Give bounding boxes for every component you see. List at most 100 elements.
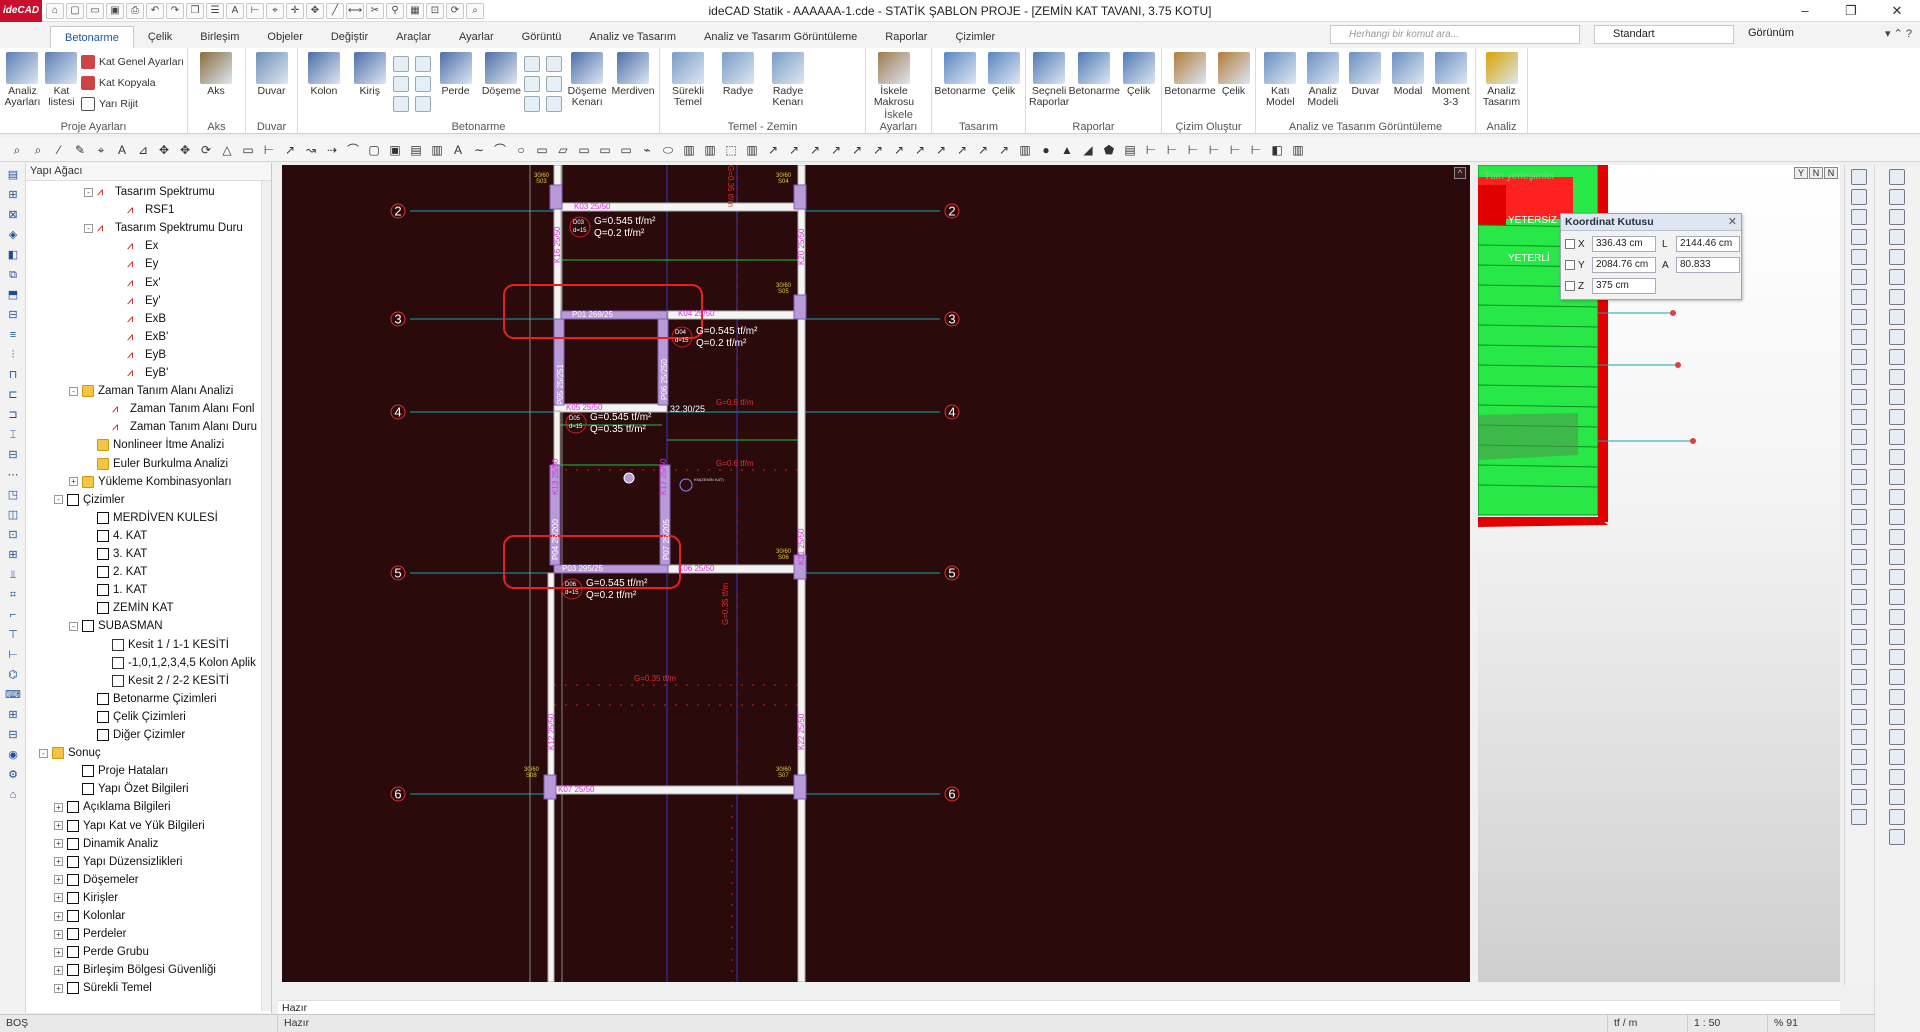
drawing-label[interactable]: D05 (569, 416, 581, 422)
z-lock-checkbox[interactable] (1565, 281, 1575, 291)
side-tool-icon[interactable]: ◫ (5, 507, 21, 523)
draw-tool-icon[interactable]: ↗ (995, 141, 1013, 159)
ribbon-button-betonarme[interactable]: Betonarme (1069, 50, 1120, 116)
tree-item[interactable]: ⩘ EyB' (127, 364, 168, 382)
x-lock-checkbox[interactable] (1565, 239, 1575, 249)
draw-tool-icon[interactable]: ∼ (470, 141, 488, 159)
drawing-label[interactable]: G=0.545 tf/m² (594, 216, 656, 227)
column-label[interactable]: S04 (778, 179, 789, 185)
a-field[interactable]: 80.833 (1676, 257, 1740, 273)
drawing-label[interactable]: P04 25/200 (551, 519, 560, 560)
view-tool-icon[interactable] (1851, 269, 1867, 285)
tree-item[interactable]: ⩘ Zaman Tanım Alanı Duru (112, 418, 257, 436)
drawing-label[interactable]: P01 269/25 (572, 310, 613, 319)
view-tool-icon[interactable] (1851, 449, 1867, 465)
column[interactable] (549, 184, 563, 210)
tree-item[interactable]: + Yükleme Kombinasyonları (69, 473, 232, 491)
draw-tool-icon[interactable]: ▥ (701, 141, 719, 159)
side-tool-icon[interactable]: ⌐ (5, 607, 21, 623)
drawing-label[interactable]: Q=0.2 tf/m² (696, 338, 747, 349)
ribbon-button-kiriş[interactable]: Kiriş (347, 50, 393, 116)
draw-tool-icon[interactable]: A (113, 141, 131, 159)
tool-icon[interactable] (414, 56, 431, 72)
draw-tool-icon[interactable]: ↗ (911, 141, 929, 159)
tab-raporlar[interactable]: Raporlar (871, 26, 941, 48)
drawing-label[interactable]: G=0.6 tf/m (716, 398, 754, 407)
drawing-label[interactable]: D04 (675, 330, 687, 336)
y-lock-checkbox[interactable] (1565, 260, 1575, 270)
view-menu[interactable]: Görünüm (1748, 27, 1794, 39)
collapse-icon[interactable]: - (84, 223, 93, 233)
side-tool-icon[interactable]: ⊞ (5, 547, 21, 563)
l-field[interactable]: 2144.46 cm (1676, 236, 1740, 252)
expand-icon[interactable]: + (54, 839, 63, 849)
view-tool-icon[interactable] (1851, 289, 1867, 305)
draw-tool-icon[interactable]: ▣ (386, 141, 404, 159)
column-label[interactable]: S05 (778, 289, 789, 295)
layer-tool-icon[interactable] (1889, 649, 1905, 665)
side-tool-icon[interactable]: ⊏ (5, 387, 21, 403)
layer-tool-icon[interactable] (1889, 229, 1905, 245)
view-tool-icon[interactable] (1851, 169, 1867, 185)
ribbon-button-döşeme-kenarı[interactable]: Döşeme Kenarı (564, 50, 610, 116)
drawing-label[interactable]: K22 25/50 (797, 713, 806, 750)
copy-icon[interactable]: ❐ (186, 2, 204, 19)
expand-icon[interactable]: + (54, 911, 63, 921)
draw-tool-icon[interactable]: ⊢ (260, 141, 278, 159)
tree-item[interactable]: Nonlineer İtme Analizi (97, 436, 224, 454)
view-tool-icon[interactable] (1851, 329, 1867, 345)
expand-icon[interactable]: + (54, 802, 63, 812)
print-icon[interactable]: ⎙ (126, 2, 144, 19)
x-field[interactable]: 336.43 cm (1592, 236, 1656, 252)
tree-item[interactable]: - ⩘ Tasarım Spektrumu (84, 183, 215, 201)
drawing-label[interactable]: Q=0.35 tf/m² (590, 424, 647, 435)
collapse-icon[interactable]: - (84, 187, 93, 197)
ribbon-button-analiz-ayarları[interactable]: Analiz Ayarları (3, 50, 42, 116)
trim-icon[interactable]: ✂ (366, 2, 384, 19)
draw-tool-icon[interactable]: ⊢ (1226, 141, 1244, 159)
ribbon-button-radye[interactable]: Radye (713, 50, 763, 116)
drawing-label[interactable]: D03 (573, 220, 585, 226)
maximize-button[interactable]: ❐ (1828, 0, 1874, 22)
tool-icon[interactable] (546, 56, 563, 72)
layers-icon[interactable]: ☰ (206, 2, 224, 19)
ribbon-button-duvar[interactable]: Duvar (249, 50, 294, 116)
tool-icon[interactable] (414, 76, 431, 92)
drawing-label[interactable]: P03 295/25 (562, 564, 603, 573)
drawing-label[interactable]: P06 25/250 (660, 359, 669, 400)
draw-tool-icon[interactable]: ↗ (764, 141, 782, 159)
move-icon[interactable]: ✥ (306, 2, 324, 19)
ribbon-button-sürekli-temel[interactable]: Sürekli Temel (663, 50, 713, 116)
layer-tool-icon[interactable] (1889, 529, 1905, 545)
ribbon-button-yarı-rijit[interactable]: Yarı Rijit (80, 95, 184, 113)
tree-item[interactable]: 2. KAT (97, 563, 147, 581)
draw-tool-icon[interactable]: ⊿ (134, 141, 152, 159)
command-line[interactable]: Hazır (278, 1000, 1840, 1014)
tree-item[interactable]: ⩘ Zaman Tanım Alanı Fonl (112, 400, 254, 418)
draw-tool-icon[interactable]: ⌁ (638, 141, 656, 159)
tab-betonarme[interactable]: Betonarme (50, 26, 134, 48)
tree-item[interactable]: Euler Burkulma Analizi (97, 455, 228, 473)
column[interactable] (793, 774, 807, 800)
tree-item[interactable]: Yapı Özet Bilgileri (82, 780, 189, 798)
status-unit[interactable]: tf / m (1608, 1015, 1688, 1032)
drawing-label[interactable]: Q=0.2 tf/m² (594, 228, 645, 239)
side-tool-icon[interactable]: ⊞ (5, 707, 21, 723)
ribbon-button-perde[interactable]: Perde (433, 50, 479, 116)
view-tool-icon[interactable] (1851, 809, 1867, 825)
expand-icon[interactable]: + (54, 947, 63, 957)
tree-item[interactable]: + Dinamik Analiz (54, 835, 158, 853)
draw-tool-icon[interactable]: ✥ (176, 141, 194, 159)
ribbon-button-duvar[interactable]: Duvar (1344, 50, 1387, 116)
draw-tool-icon[interactable]: ▥ (743, 141, 761, 159)
ribbon-button-katı-model[interactable]: Katı Model (1259, 50, 1302, 116)
draw-tool-icon[interactable]: ▱ (554, 141, 572, 159)
side-tool-icon[interactable]: ⊞ (5, 187, 21, 203)
tool-icon[interactable] (524, 96, 541, 112)
layer-tool-icon[interactable] (1889, 289, 1905, 305)
minimize-button[interactable]: – (1782, 0, 1828, 22)
tree-item[interactable]: 1. KAT (97, 581, 147, 599)
draw-tool-icon[interactable]: ↗ (869, 141, 887, 159)
layer-tool-icon[interactable] (1889, 449, 1905, 465)
column[interactable] (543, 774, 557, 800)
